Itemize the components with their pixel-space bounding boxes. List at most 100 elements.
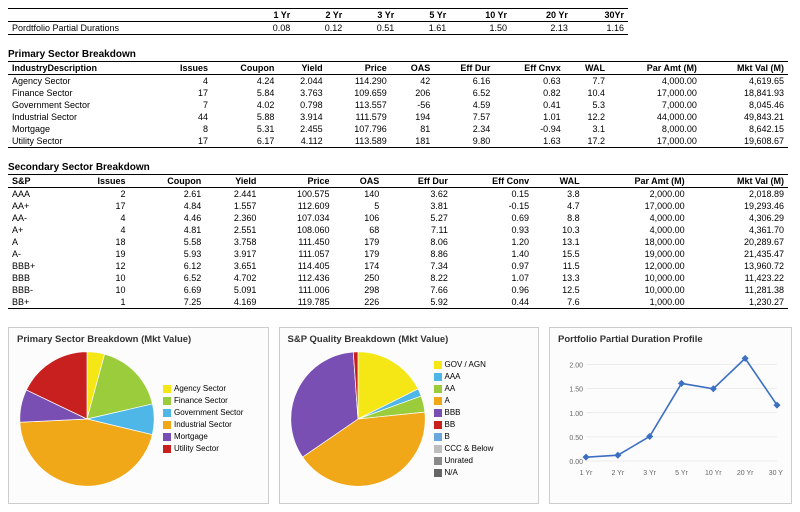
table-row: A-195.933.917111.0571798.861.4015.519,00… [8, 248, 788, 260]
x-tick-label: 5 Yr [675, 470, 688, 477]
data-marker [614, 452, 621, 459]
cell: 12.2 [565, 111, 609, 123]
cell: 100.575 [260, 188, 333, 201]
cell: BB+ [8, 296, 64, 309]
col-header: Coupon [212, 62, 278, 75]
cell: 5.88 [212, 111, 278, 123]
cell: 111.057 [260, 248, 333, 260]
cell: 12 [64, 260, 129, 272]
cell: 12.5 [533, 284, 584, 296]
table-row: AAA22.612.441100.5751403.620.153.82,000.… [8, 188, 788, 201]
cell: 10,000.00 [584, 284, 689, 296]
cell: 17 [64, 200, 129, 212]
cell: 3.917 [205, 248, 260, 260]
duration-line-chart: Portfolio Partial Duration Profile 0.000… [549, 327, 792, 504]
cell: A- [8, 248, 64, 260]
cell: 4,000.00 [584, 224, 689, 236]
col-header: Coupon [129, 175, 205, 188]
cell: -0.15 [452, 200, 533, 212]
cell: 5.3 [565, 99, 609, 111]
legend-label: Finance Sector [174, 395, 228, 407]
cell: 10.4 [565, 87, 609, 99]
legend-label: AAA [445, 371, 461, 383]
cell: 18,841.93 [701, 87, 788, 99]
cell: 3.62 [383, 188, 452, 201]
cell: 3.763 [278, 87, 326, 99]
table-row: A+44.812.551108.060687.110.9310.34,000.0… [8, 224, 788, 236]
legend-label: CCC & Below [445, 443, 494, 455]
chart-title: Primary Sector Breakdown (Mkt Value) [17, 334, 260, 345]
table-row: BBB-106.695.091111.0062987.660.9612.510,… [8, 284, 788, 296]
legend-label: Utility Sector [174, 443, 219, 455]
data-marker [678, 380, 685, 387]
col-header: 5 Yr [398, 9, 450, 22]
col-header: WAL [565, 62, 609, 75]
legend-label: AA [445, 383, 456, 395]
cell: 21,435.47 [689, 248, 788, 260]
col-header: OAS [391, 62, 435, 75]
cell: 5.58 [129, 236, 205, 248]
table-row: Utility Sector176.174.112113.5891819.801… [8, 135, 788, 148]
cell: 18 [64, 236, 129, 248]
cell: 19,000.00 [584, 248, 689, 260]
pie-legend: Agency SectorFinance SectorGovernment Se… [163, 383, 243, 455]
cell: 4.59 [434, 99, 494, 111]
cell: 4.81 [129, 224, 205, 236]
legend-item: BBB [434, 407, 494, 419]
cell: 13.1 [533, 236, 584, 248]
table-row: BBB106.524.702112.4362508.221.0713.310,0… [8, 272, 788, 284]
legend-label: Industrial Sector [174, 419, 232, 431]
cell: 3.651 [205, 260, 260, 272]
cell: 18,000.00 [584, 236, 689, 248]
cell: 2 [64, 188, 129, 201]
cell: 3.8 [533, 188, 584, 201]
cell: 0.97 [452, 260, 533, 272]
legend-swatch [434, 397, 442, 405]
legend-swatch [163, 433, 171, 441]
cell: 5.091 [205, 284, 260, 296]
cell: 11,423.22 [689, 272, 788, 284]
cell: 15.5 [533, 248, 584, 260]
cell: 20,289.67 [689, 236, 788, 248]
cell: 107.034 [260, 212, 333, 224]
row-label: Pordtfolio Partial Durations [8, 22, 242, 35]
pie-legend: GOV / AGNAAAAAABBBBBBCCC & BelowUnratedN… [434, 359, 494, 479]
primary-sector-table: IndustryDescriptionIssuesCouponYieldPric… [8, 61, 788, 148]
legend-label: Unrated [445, 455, 473, 467]
legend-swatch [163, 385, 171, 393]
cell: 7.7 [565, 75, 609, 88]
cell: 8,642.15 [701, 123, 788, 135]
cell: Mortgage [8, 123, 155, 135]
cell: 4,619.65 [701, 75, 788, 88]
table-row: AA+174.841.557112.60953.81-0.154.717,000… [8, 200, 788, 212]
cell: 109.659 [327, 87, 391, 99]
legend-label: GOV / AGN [445, 359, 486, 371]
cell: 4.24 [212, 75, 278, 88]
cell: 13,960.72 [689, 260, 788, 272]
legend-item: Agency Sector [163, 383, 243, 395]
secondary-sector-title: Secondary Sector Breakdown [8, 162, 792, 173]
cell: 4.7 [533, 200, 584, 212]
legend-swatch [434, 457, 442, 465]
cell: 42 [391, 75, 435, 88]
x-tick-label: 2 Yr [611, 470, 624, 477]
cell: 4.702 [205, 272, 260, 284]
cell: Finance Sector [8, 87, 155, 99]
cell: 2.441 [205, 188, 260, 201]
cell: 0.44 [452, 296, 533, 309]
charts-row: Primary Sector Breakdown (Mkt Value) Age… [8, 327, 792, 504]
cell: 114.405 [260, 260, 333, 272]
table-row: Industrial Sector445.883.914111.5791947.… [8, 111, 788, 123]
cell: 0.93 [452, 224, 533, 236]
cell: 7 [155, 99, 212, 111]
legend-swatch [434, 433, 442, 441]
table-row: BB+17.254.169119.7852265.920.447.61,000.… [8, 296, 788, 309]
y-tick-label: 1.00 [569, 411, 583, 418]
cell: 11.5 [533, 260, 584, 272]
cell: 2,000.00 [584, 188, 689, 201]
legend-label: Government Sector [174, 407, 243, 419]
legend-swatch [434, 361, 442, 369]
cell: 6.17 [212, 135, 278, 148]
cell: 179 [334, 236, 384, 248]
data-marker [646, 433, 653, 440]
